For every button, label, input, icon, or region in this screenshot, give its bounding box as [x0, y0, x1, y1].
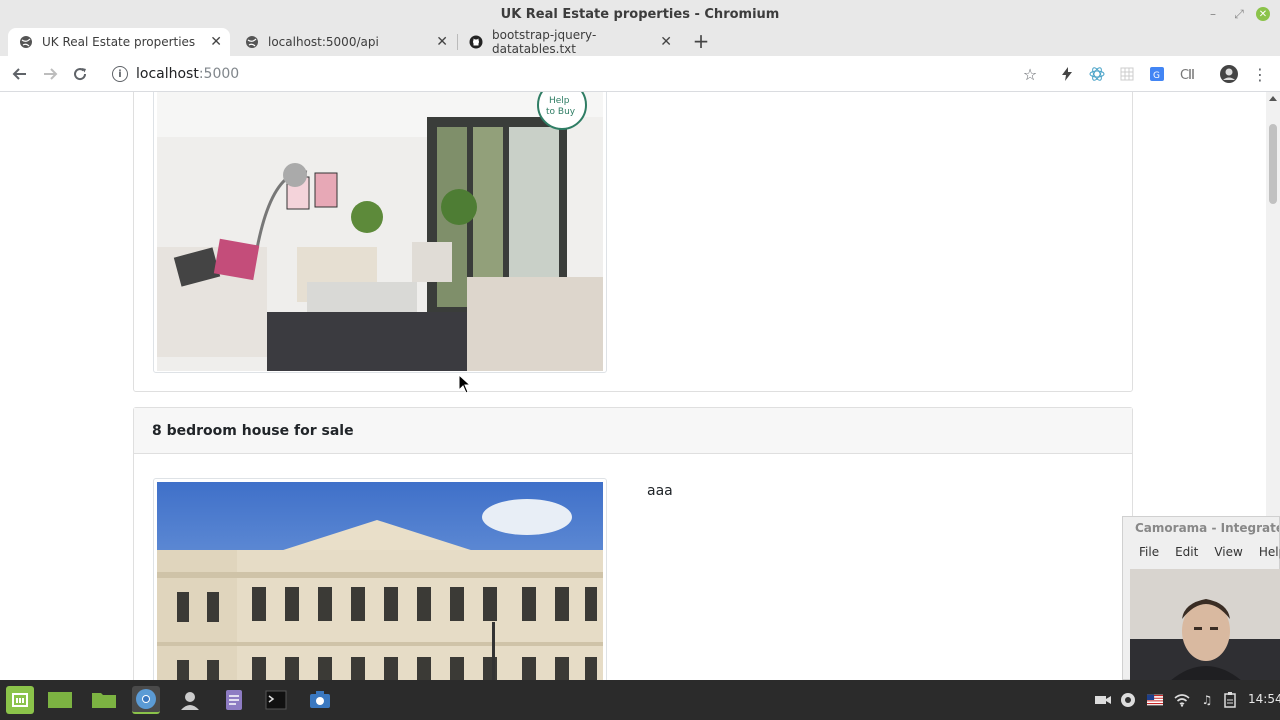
maximize-icon[interactable]: ⤢ — [1230, 5, 1248, 23]
svg-text:G: G — [1153, 71, 1160, 81]
battery-clipboard-icon[interactable] — [1222, 692, 1238, 708]
tab-label: localhost:5000/api — [268, 35, 379, 49]
camorama-window: Camorama - Integrated File Edit View Hel… — [1122, 516, 1280, 681]
tab-label: bootstrap-jquery-datatables.txt — [491, 28, 597, 56]
lightning-extension-icon[interactable] — [1055, 62, 1079, 86]
tab-uk-real-estate[interactable]: UK Real Estate properties ✕ — [8, 28, 230, 56]
close-tab-icon[interactable]: ✕ — [660, 34, 672, 50]
translate-extension-icon[interactable]: G — [1145, 62, 1169, 86]
window-titlebar: UK Real Estate properties - Chromium – ⤢… — [0, 0, 1280, 28]
camorama-title: Camorama - Integrated — [1135, 521, 1279, 535]
svg-text:to Buy: to Buy — [546, 107, 576, 117]
scroll-up-arrow-icon[interactable] — [1269, 96, 1277, 101]
townhouse-photo — [157, 482, 603, 680]
listing-title: 8 bedroom house for sale — [134, 408, 1132, 454]
tab-label: UK Real Estate properties — [42, 35, 196, 49]
taskbar-clock: 14:54 — [1248, 692, 1280, 706]
webcam-tray-icon[interactable] — [1120, 692, 1136, 708]
back-arrow-icon[interactable] — [8, 62, 32, 86]
sound-icon[interactable]: ♫ — [1199, 692, 1215, 708]
github-icon — [468, 34, 484, 50]
listing-card: 8 bedroom house for sale aaa — [133, 407, 1133, 680]
camorama-menu-edit[interactable]: Edit — [1175, 545, 1198, 559]
close-window-icon[interactable]: ✕ — [1256, 7, 1270, 21]
chromium-taskbar-icon[interactable] — [132, 686, 160, 714]
camorama-menu-help[interactable]: Help — [1259, 545, 1280, 559]
page-content: Help to Buy 8 bedroom house for sale aaa — [0, 92, 1266, 680]
listing-description: aaa — [647, 483, 673, 499]
living-room-photo: Help to Buy — [157, 92, 603, 371]
mouse-cursor-icon — [458, 374, 472, 394]
taskbar: ♫ 14:54 — [0, 680, 1280, 720]
profile-avatar-icon[interactable] — [1217, 62, 1241, 86]
svg-text:C: C — [1180, 68, 1189, 82]
camorama-menu-file[interactable]: File — [1139, 545, 1159, 559]
listing-image[interactable]: Help to Buy — [153, 92, 607, 373]
camorama-menu-view[interactable]: View — [1214, 545, 1242, 559]
url-port: :5000 — [198, 66, 240, 82]
user-app-icon[interactable] — [176, 686, 204, 714]
tab-strip: UK Real Estate properties ✕ localhost:50… — [0, 28, 1280, 56]
grid-extension-icon[interactable] — [1115, 62, 1139, 86]
wifi-icon[interactable] — [1174, 692, 1190, 708]
bookmark-star-icon[interactable]: ☆ — [1018, 62, 1042, 86]
tab-datatables-txt[interactable]: bootstrap-jquery-datatables.txt ✕ — [458, 28, 680, 56]
webcam-feed — [1130, 569, 1280, 681]
forward-arrow-icon[interactable] — [38, 62, 62, 86]
keyboard-layout-flag-icon[interactable] — [1147, 692, 1163, 708]
camera-app-icon[interactable] — [306, 686, 334, 714]
address-bar[interactable]: i localhost:5000 — [104, 62, 1004, 86]
window-title: UK Real Estate properties - Chromium — [500, 6, 780, 22]
terminal-icon[interactable] — [262, 686, 290, 714]
scrollbar-thumb[interactable] — [1269, 124, 1277, 204]
minimize-icon[interactable]: – — [1204, 5, 1222, 23]
help-to-buy-badge-text: Help — [549, 96, 570, 106]
menu-kebab-icon[interactable]: ⋮ — [1248, 62, 1272, 86]
mint-menu-icon[interactable] — [6, 686, 34, 714]
close-tab-icon[interactable]: ✕ — [210, 34, 222, 50]
text-editor-icon[interactable] — [220, 686, 248, 714]
window-controls: – ⤢ ✕ — [1196, 0, 1270, 28]
globe-icon — [244, 34, 260, 50]
code-extension-icon[interactable]: C — [1175, 62, 1199, 86]
new-tab-icon[interactable]: + — [690, 29, 712, 53]
show-desktop-icon[interactable] — [46, 686, 74, 714]
listing-card: Help to Buy — [133, 92, 1133, 392]
info-icon[interactable]: i — [112, 66, 128, 82]
file-manager-icon[interactable] — [90, 686, 118, 714]
react-extension-icon[interactable] — [1085, 62, 1109, 86]
tab-api[interactable]: localhost:5000/api ✕ — [234, 28, 456, 56]
globe-icon — [18, 34, 34, 50]
url-host: localhost — [136, 66, 199, 82]
camera-tray-icon[interactable] — [1095, 692, 1111, 708]
camorama-menubar: File Edit View Help — [1123, 539, 1280, 565]
listing-image[interactable] — [153, 478, 607, 680]
browser-toolbar: i localhost:5000 ☆ G C ⋮ — [0, 56, 1280, 92]
reload-icon[interactable] — [68, 62, 92, 86]
close-tab-icon[interactable]: ✕ — [436, 34, 448, 50]
